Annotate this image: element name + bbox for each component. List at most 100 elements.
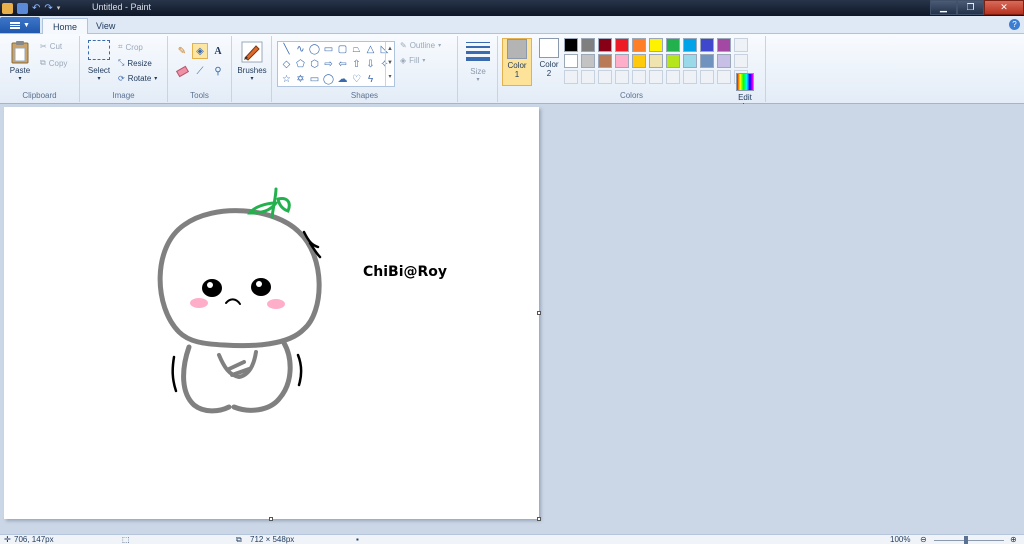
expand-gallery-icon[interactable]: ▾	[386, 70, 394, 84]
palette-custom-swatch[interactable]	[615, 70, 629, 84]
fill-tool[interactable]: ◈	[192, 43, 208, 59]
palette-color-swatch[interactable]	[649, 38, 663, 52]
chevron-down-icon: ▼	[23, 21, 30, 29]
five-point-star-shape-icon[interactable]: ☆	[280, 73, 293, 86]
resize-handle-corner[interactable]	[537, 517, 541, 521]
undo-icon[interactable]: ↶	[32, 3, 40, 14]
palette-custom-swatch[interactable]	[581, 70, 595, 84]
select-button[interactable]: Select ▾	[84, 40, 114, 82]
cloud-callout-shape-icon[interactable]: ☁	[336, 73, 349, 86]
palette-color-swatch[interactable]	[683, 54, 697, 68]
customize-quick-access-icon[interactable]: ▾	[57, 4, 61, 12]
crop-button[interactable]: ⌗ Crop	[118, 42, 143, 52]
palette-custom-swatch[interactable]	[632, 70, 646, 84]
palette-color-swatch[interactable]	[717, 54, 731, 68]
size-button[interactable]: Size ▾	[462, 40, 494, 83]
palette-color-swatch[interactable]	[632, 54, 646, 68]
image-group: Select ▾ ⌗ Crop ⤡ Resize ⟳ Rotate ▾ Image	[80, 36, 168, 102]
resize-handle-right[interactable]	[537, 311, 541, 315]
triangle-shape-icon[interactable]: △	[364, 43, 377, 56]
palette-color-swatch[interactable]	[683, 38, 697, 52]
palette-empty-swatch[interactable]	[734, 54, 748, 68]
tab-view[interactable]: View	[86, 18, 125, 34]
redo-icon[interactable]: ↷	[44, 3, 52, 14]
fill-button[interactable]: ◈ Fill ▾	[400, 56, 425, 65]
paste-button[interactable]: Paste ▾	[6, 40, 34, 82]
oval-callout-shape-icon[interactable]: ◯	[322, 73, 335, 86]
palette-custom-swatch[interactable]	[666, 70, 680, 84]
rectangle-shape-icon[interactable]: ▭	[322, 43, 335, 56]
palette-color-swatch[interactable]	[581, 54, 595, 68]
palette-color-swatch[interactable]	[700, 38, 714, 52]
palette-color-swatch[interactable]	[564, 54, 578, 68]
palette-color-swatch[interactable]	[615, 38, 629, 52]
scroll-down-icon[interactable]: ▼	[386, 56, 394, 70]
eraser-tool[interactable]	[174, 63, 190, 79]
color-picker-tool[interactable]: ⟋	[192, 63, 208, 79]
pentagon-shape-icon[interactable]: ⬠	[294, 58, 307, 71]
color2-button[interactable]: Color 2	[534, 38, 564, 86]
pencil-tool[interactable]: ✎	[174, 43, 190, 59]
oval-shape-icon[interactable]: ◯	[308, 43, 321, 56]
copy-button[interactable]: ⧉ Copy	[40, 58, 67, 68]
file-size-icon: ▪	[356, 535, 359, 544]
six-point-star-shape-icon[interactable]: ✡	[294, 73, 307, 86]
cut-button[interactable]: ✂ Cut	[40, 42, 62, 51]
line-shape-icon[interactable]: ╲	[280, 43, 293, 56]
up-arrow-shape-icon[interactable]: ⇧	[350, 58, 363, 71]
palette-custom-swatch[interactable]	[649, 70, 663, 84]
palette-color-swatch[interactable]	[666, 54, 680, 68]
palette-custom-swatch[interactable]	[700, 70, 714, 84]
palette-custom-swatch[interactable]	[564, 70, 578, 84]
palette-custom-swatch[interactable]	[598, 70, 612, 84]
down-arrow-shape-icon[interactable]: ⇩	[364, 58, 377, 71]
shapes-scroll[interactable]: ▲ ▼ ▾	[385, 42, 394, 86]
right-arrow-shape-icon[interactable]: ⇨	[322, 58, 335, 71]
palette-color-swatch[interactable]	[598, 38, 612, 52]
palette-color-swatch[interactable]	[598, 54, 612, 68]
palette-color-swatch[interactable]	[700, 54, 714, 68]
left-arrow-shape-icon[interactable]: ⇦	[336, 58, 349, 71]
rounded-callout-shape-icon[interactable]: ▭	[308, 73, 321, 86]
minimize-button[interactable]: ▁	[930, 0, 957, 15]
brushes-button[interactable]: Brushes ▾	[236, 40, 268, 82]
palette-color-swatch[interactable]	[649, 54, 663, 68]
zoom-slider[interactable]	[934, 540, 1004, 541]
close-button[interactable]: ✕	[984, 0, 1024, 15]
palette-custom-swatch[interactable]	[683, 70, 697, 84]
palette-empty-swatch[interactable]	[734, 38, 748, 52]
text-tool[interactable]: A	[210, 43, 226, 59]
save-icon[interactable]	[17, 2, 28, 14]
palette-color-swatch[interactable]	[632, 38, 646, 52]
palette-color-swatch[interactable]	[564, 38, 578, 52]
magnifier-tool[interactable]: ⚲	[210, 63, 226, 79]
rounded-rectangle-shape-icon[interactable]: ▢	[336, 43, 349, 56]
palette-color-swatch[interactable]	[666, 38, 680, 52]
hexagon-shape-icon[interactable]: ⬡	[308, 58, 321, 71]
diamond-shape-icon[interactable]: ◇	[280, 58, 293, 71]
rotate-button[interactable]: ⟳ Rotate ▾	[118, 74, 157, 83]
file-menu-button[interactable]: ▼	[0, 17, 40, 33]
polygon-shape-icon[interactable]: ⏢	[350, 43, 363, 56]
palette-color-swatch[interactable]	[581, 38, 595, 52]
color-palette	[564, 38, 750, 84]
help-icon[interactable]: ?	[1009, 19, 1020, 30]
resize-button[interactable]: ⤡ Resize	[118, 58, 152, 68]
zoom-slider-thumb[interactable]	[964, 536, 968, 544]
maximize-button[interactable]: ❐	[957, 0, 984, 15]
color1-button[interactable]: Color 1	[502, 38, 532, 86]
outline-button[interactable]: ✎ Outline ▾	[400, 41, 441, 50]
zoom-out-icon[interactable]: ⊖	[920, 535, 927, 544]
heart-shape-icon[interactable]: ♡	[350, 73, 363, 86]
tab-home[interactable]: Home	[42, 18, 89, 34]
scroll-up-icon[interactable]: ▲	[386, 42, 394, 56]
drawing-canvas[interactable]: ChiBi@Roy	[4, 107, 541, 521]
zoom-in-icon[interactable]: ⊕	[1010, 535, 1017, 544]
chevron-down-icon: ▾	[476, 77, 480, 83]
curve-shape-icon[interactable]: ∿	[294, 43, 307, 56]
lightning-shape-icon[interactable]: ϟ	[364, 73, 377, 86]
resize-handle-bottom[interactable]	[269, 517, 273, 521]
palette-color-swatch[interactable]	[717, 38, 731, 52]
palette-custom-swatch[interactable]	[717, 70, 731, 84]
palette-color-swatch[interactable]	[615, 54, 629, 68]
